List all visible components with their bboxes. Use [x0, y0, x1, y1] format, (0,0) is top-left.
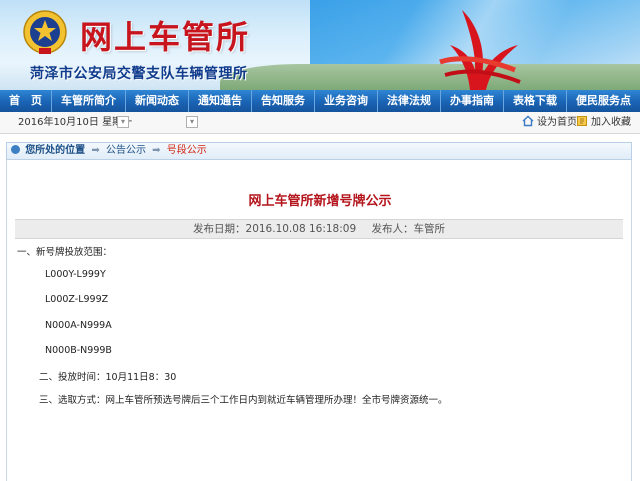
- breadcrumb: 您所处的位置 ➡ 公告公示 ➡ 号段公示: [6, 142, 632, 160]
- nav-item-7[interactable]: 办事指南: [441, 90, 504, 112]
- nav-item-4[interactable]: 告知服务: [252, 90, 315, 112]
- red-sculpture-icon: [439, 10, 521, 90]
- add-favorite-link[interactable]: 加入收藏: [576, 112, 631, 134]
- site-subtitle: 菏泽市公安局交警支队车辆管理所: [30, 66, 248, 82]
- set-home-label: 设为首页: [537, 117, 577, 128]
- article-line: L000Z-L999Z: [45, 294, 109, 305]
- article-line: L000Y-L999Y: [45, 269, 106, 280]
- dropdown-1[interactable]: ▾: [117, 116, 129, 128]
- home-icon: [522, 115, 534, 127]
- nav-item-5[interactable]: 业务咨询: [315, 90, 378, 112]
- breadcrumb-separator-icon: ➡: [152, 145, 161, 156]
- dropdown-2[interactable]: ▾: [186, 116, 198, 128]
- publisher: 发布人：车管所: [371, 223, 445, 235]
- nav-item-3[interactable]: 通知通告: [189, 90, 252, 112]
- breadcrumb-separator-icon: ➡: [91, 145, 100, 156]
- main-nav: 首 页车管所简介 新闻动态 通知通告 告知服务 业务咨询 法律法规 办事指南 表格下载 便民服务…: [0, 90, 640, 112]
- page: 网上车管所 菏泽市公安局交警支队车辆管理所 首 页车管所简介 新闻动态 通知通告 告知…: [0, 0, 640, 481]
- nav-item-8[interactable]: 表格下载: [504, 90, 567, 112]
- breadcrumb-item-announcements[interactable]: 公告公示: [106, 145, 146, 156]
- article-line: 三、选取方式：网上车管所预选号牌后三个工作日内到就近车辆管理所办理！全市号牌资源…: [39, 395, 448, 406]
- article-title: 网上车管所新增号牌公示: [248, 194, 392, 209]
- article-line: 一、新号牌投放范围：: [17, 247, 113, 258]
- bookmark-icon: [577, 116, 587, 126]
- article-line: 二、投放时间：10月11日8：30: [39, 372, 177, 383]
- article-line: N000A-N999A: [45, 320, 112, 331]
- current-date: 2016年10月10日 星期一: [18, 117, 133, 128]
- breadcrumb-label: 您所处的位置: [25, 145, 86, 156]
- set-home-link[interactable]: 设为首页: [522, 112, 577, 134]
- nav-item-0[interactable]: 首 页: [0, 90, 52, 112]
- info-bar: 2016年10月10日 星期一 ▾ ▾ 设为首页 加入收藏: [0, 112, 640, 134]
- site-logo-text[interactable]: 网上车管所: [80, 12, 250, 58]
- nav-item-6[interactable]: 法律法规: [378, 90, 441, 112]
- breadcrumb-item-current[interactable]: 号段公示: [167, 145, 207, 156]
- nav-item-2[interactable]: 新闻动态: [126, 90, 189, 112]
- nav-item-9[interactable]: 便民服务点: [567, 90, 640, 112]
- police-emblem-icon: [23, 10, 67, 54]
- article-panel: 网上车管所新增号牌公示 发布日期：2016.10.08 16:18:09 发布人…: [6, 160, 632, 481]
- publish-date: 发布日期：2016.10.08 16:18:09: [193, 223, 357, 235]
- location-icon: [11, 145, 20, 154]
- add-favorite-label: 加入收藏: [591, 117, 631, 128]
- article-meta: 发布日期：2016.10.08 16:18:09 发布人：车管所: [15, 219, 623, 239]
- article-line: N000B-N999B: [45, 345, 112, 356]
- nav-item-1[interactable]: 车管所简介: [52, 90, 126, 112]
- site-banner: 网上车管所 菏泽市公安局交警支队车辆管理所: [0, 0, 640, 90]
